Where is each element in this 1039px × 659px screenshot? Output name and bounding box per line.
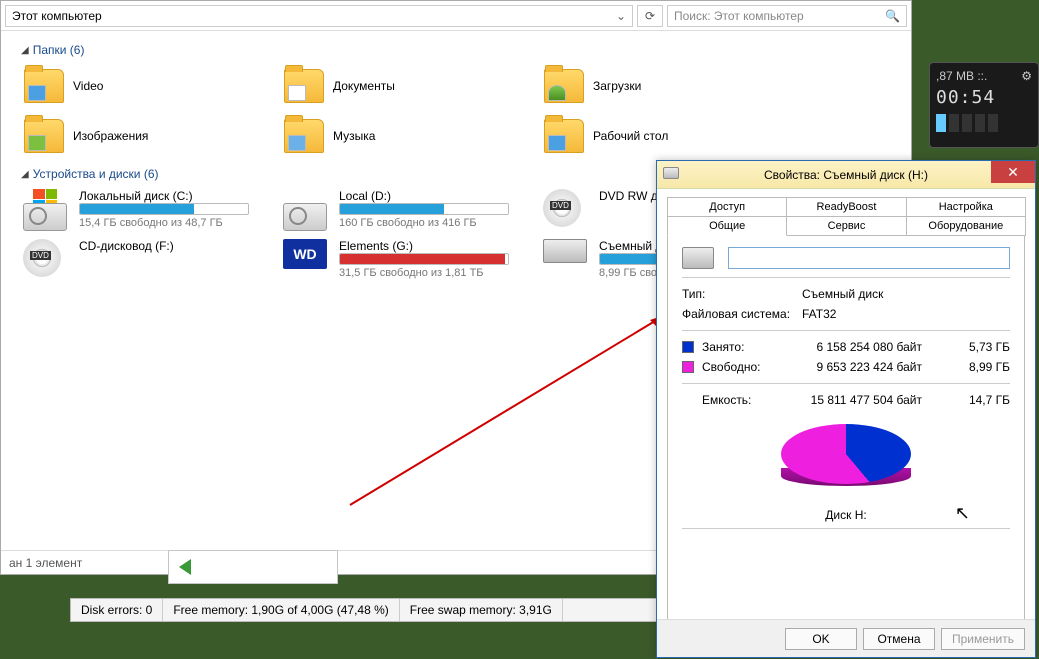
hdd-icon <box>283 203 327 231</box>
usage-bar <box>339 253 509 265</box>
folder-video[interactable]: Video <box>21 61 281 111</box>
usage-bar <box>79 203 249 215</box>
dialog-titlebar[interactable]: Свойства: Съемный диск (H:) ✕ <box>657 161 1035 189</box>
dialog-title: Свойства: Съемный диск (H:) <box>764 168 928 182</box>
fs-label: Файловая система: <box>682 307 802 321</box>
used-label: Занято: <box>702 340 790 354</box>
chevron-down-icon[interactable]: ⌄ <box>616 9 626 23</box>
drive-d[interactable]: Local (D:)160 ГБ свободно из 416 ГБ <box>281 185 541 235</box>
folder-desktop[interactable]: Рабочий стол <box>541 111 801 161</box>
used-swatch <box>682 341 694 353</box>
wd-icon: WD <box>283 239 327 269</box>
folder-pictures[interactable]: Изображения <box>21 111 281 161</box>
dvd-icon <box>543 189 581 227</box>
tab-access[interactable]: Доступ <box>667 197 787 216</box>
tab-hardware[interactable]: Оборудование <box>906 216 1026 236</box>
free-swatch <box>682 361 694 373</box>
capacity-bytes: 15 811 477 504 байт <box>798 393 922 407</box>
gadget-bars <box>936 114 1032 132</box>
capacity-label: Емкость: <box>702 393 790 407</box>
cancel-button[interactable]: Отмена <box>863 628 935 650</box>
search-placeholder: Поиск: Этот компьютер <box>674 9 804 23</box>
used-gb: 5,73 ГБ <box>930 340 1010 354</box>
properties-dialog: Свойства: Съемный диск (H:) ✕ Доступ Rea… <box>656 160 1036 658</box>
drive-c[interactable]: Локальный диск (C:)15,4 ГБ свободно из 4… <box>21 185 281 235</box>
gadget-mb: ,87 MB ::. <box>936 69 987 83</box>
address-bar: Этот компьютер ⌄ ⟳ Поиск: Этот компьютер… <box>1 1 911 31</box>
tab-readyboost[interactable]: ReadyBoost <box>786 197 906 216</box>
tab-customize[interactable]: Настройка <box>906 197 1026 216</box>
gadget-time: 00:54 <box>936 87 1032 108</box>
type-label: Тип: <box>682 287 802 301</box>
search-icon: 🔍 <box>885 9 900 23</box>
refresh-button[interactable]: ⟳ <box>637 5 663 27</box>
apply-button[interactable]: Применить <box>941 628 1025 650</box>
free-swap: Free swap memory: 3,91G <box>400 599 563 621</box>
folder-music[interactable]: Музыка <box>281 111 541 161</box>
folder-downloads[interactable]: Загрузки <box>541 61 801 111</box>
collapse-icon: ◢ <box>21 45 29 56</box>
search-input[interactable]: Поиск: Этот компьютер 🔍 <box>667 5 907 27</box>
tab-general[interactable]: Общие <box>667 216 787 236</box>
arrow-left-icon <box>179 559 191 575</box>
used-bytes: 6 158 254 080 байт <box>798 340 922 354</box>
usb-drive-icon <box>543 239 587 263</box>
go-back-button[interactable] <box>168 550 338 584</box>
usage-bar <box>339 203 509 215</box>
folder-documents[interactable]: Документы <box>281 61 541 111</box>
close-button[interactable]: ✕ <box>991 161 1035 183</box>
free-bytes: 9 653 223 424 байт <box>798 360 922 374</box>
breadcrumb-text: Этот компьютер <box>12 9 102 23</box>
folders-group-header[interactable]: ◢ Папки (6) <box>21 43 903 57</box>
cursor-icon: ↖ <box>955 503 970 524</box>
drive-icon <box>663 167 679 179</box>
breadcrumb-bar[interactable]: Этот компьютер ⌄ <box>5 5 633 27</box>
folders-grid: Video Документы Загрузки Изображения Муз… <box>21 61 903 161</box>
free-gb: 8,99 ГБ <box>930 360 1010 374</box>
type-value: Съемный диск <box>802 287 883 301</box>
drive-f[interactable]: CD-дисковод (F:) <box>21 235 281 285</box>
ok-button[interactable]: OK <box>785 628 857 650</box>
capacity-gb: 14,7 ГБ <box>930 393 1010 407</box>
cd-icon <box>23 239 61 277</box>
drive-g[interactable]: WD Elements (G:)31,5 ГБ свободно из 1,81… <box>281 235 541 285</box>
free-memory: Free memory: 1,90G of 4,00G (47,48 %) <box>163 599 399 621</box>
collapse-icon: ◢ <box>21 169 29 180</box>
disk-errors: Disk errors: 0 <box>71 599 163 621</box>
hdd-icon <box>23 203 67 231</box>
free-label: Свободно: <box>702 360 790 374</box>
dialog-buttons: OK Отмена Применить <box>657 619 1035 657</box>
tab-panel-general: Тип:Съемный диск Файловая система:FAT32 … <box>667 235 1025 641</box>
tab-service[interactable]: Сервис <box>786 216 906 236</box>
drive-label-input[interactable] <box>728 247 1010 269</box>
usage-pie-chart <box>776 424 916 504</box>
fs-value: FAT32 <box>802 307 836 321</box>
drive-icon <box>682 247 714 269</box>
gear-icon[interactable]: ⚙ <box>1021 69 1032 83</box>
desktop-gadget[interactable]: ,87 MB ::. ⚙ 00:54 <box>929 62 1039 148</box>
